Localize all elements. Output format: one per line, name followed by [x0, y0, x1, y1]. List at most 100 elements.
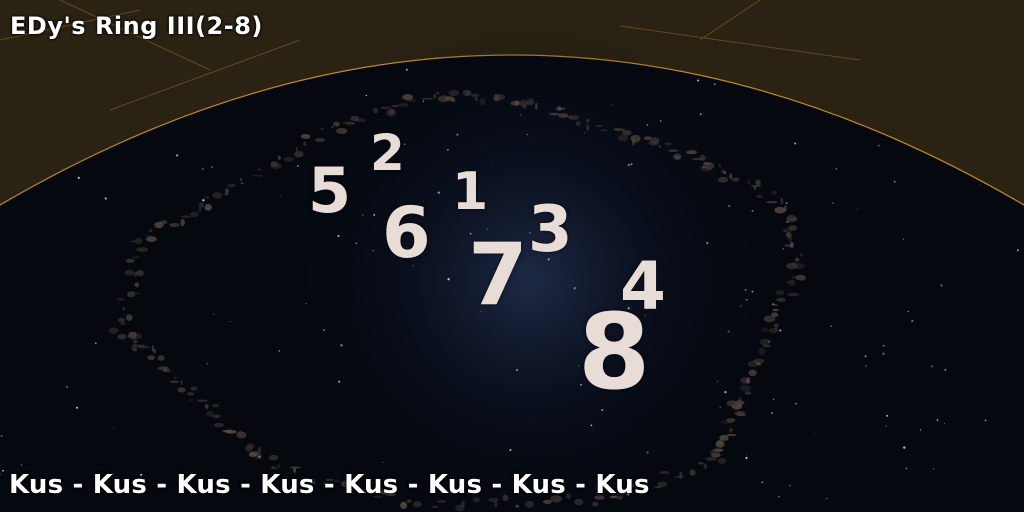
asteroid [436, 91, 440, 95]
star [826, 497, 828, 500]
asteroid [674, 156, 681, 159]
star [728, 204, 731, 207]
asteroid [781, 228, 793, 233]
asteroid [535, 102, 538, 110]
asteroid [543, 499, 552, 504]
asteroid [246, 443, 255, 450]
star [77, 176, 80, 180]
star [832, 202, 834, 204]
star [66, 386, 68, 388]
asteroid [204, 403, 209, 410]
asteroid [135, 270, 144, 277]
asteroid [717, 457, 727, 464]
star [447, 148, 449, 151]
asteroid [277, 464, 281, 468]
asteroid [127, 333, 135, 339]
star [944, 422, 945, 424]
asteroid [277, 155, 281, 160]
ring-marker-3: 3 [528, 193, 573, 267]
asteroid [402, 94, 414, 101]
star [719, 406, 721, 408]
star [830, 325, 833, 328]
asteroid [648, 140, 660, 146]
asteroid [721, 169, 726, 174]
asteroid [406, 99, 417, 102]
asteroid [180, 215, 192, 218]
asteroid [204, 195, 210, 200]
asteroid [248, 452, 257, 457]
asteroid [771, 190, 777, 195]
asteroid [212, 403, 220, 408]
asteroid [758, 347, 765, 355]
star [771, 412, 773, 414]
star [104, 197, 107, 200]
asteroid [772, 308, 779, 312]
star [907, 310, 909, 313]
asteroid [753, 186, 757, 190]
star [944, 368, 947, 371]
star [882, 344, 885, 347]
asteroid [715, 440, 725, 448]
star [779, 329, 782, 332]
asteroid [131, 256, 140, 259]
asteroid [622, 130, 632, 136]
asteroid [592, 501, 599, 507]
star [886, 414, 889, 417]
asteroid [206, 410, 214, 417]
asteroid [177, 387, 186, 393]
asteroid [391, 104, 400, 108]
asteroid [240, 182, 244, 185]
asteroid [133, 340, 138, 344]
star [933, 468, 935, 470]
star [515, 368, 519, 372]
asteroid [514, 100, 520, 106]
asteroid [475, 96, 478, 101]
asteroid [268, 454, 279, 461]
star [206, 363, 208, 365]
asteroid [776, 297, 786, 302]
asteroid [122, 307, 125, 311]
asteroid [169, 223, 180, 227]
asteroid [144, 234, 152, 237]
asteroid [718, 163, 722, 168]
asteroid [116, 297, 126, 301]
star [362, 214, 364, 216]
asteroid [786, 217, 798, 222]
star [573, 286, 577, 290]
asteroid [238, 430, 242, 436]
asteroid [159, 220, 168, 225]
ring-marker-7: 7 [468, 225, 528, 325]
star [864, 355, 867, 358]
star [456, 133, 459, 136]
asteroid [515, 504, 519, 508]
star [835, 168, 838, 170]
asteroid [462, 89, 472, 97]
asteroid [787, 292, 800, 297]
star [340, 344, 343, 347]
star [278, 350, 281, 352]
star [509, 448, 512, 452]
asteroid [331, 126, 334, 128]
star [365, 94, 368, 97]
star [772, 398, 775, 400]
asteroid [526, 99, 535, 106]
asteroid [617, 134, 629, 142]
asteroid [767, 340, 771, 344]
asteroid [213, 422, 224, 428]
star [95, 342, 97, 344]
asteroid [654, 486, 662, 488]
asteroid [719, 434, 729, 441]
star [936, 419, 939, 422]
star [893, 180, 896, 183]
star [865, 365, 867, 367]
asteroid [342, 121, 355, 125]
asteroid [705, 162, 715, 170]
star [724, 390, 727, 394]
asteroid [295, 146, 298, 152]
star [1016, 249, 1019, 252]
star [795, 403, 797, 405]
star [777, 495, 780, 498]
star [296, 165, 299, 168]
asteroid [118, 317, 125, 323]
star [751, 209, 754, 212]
